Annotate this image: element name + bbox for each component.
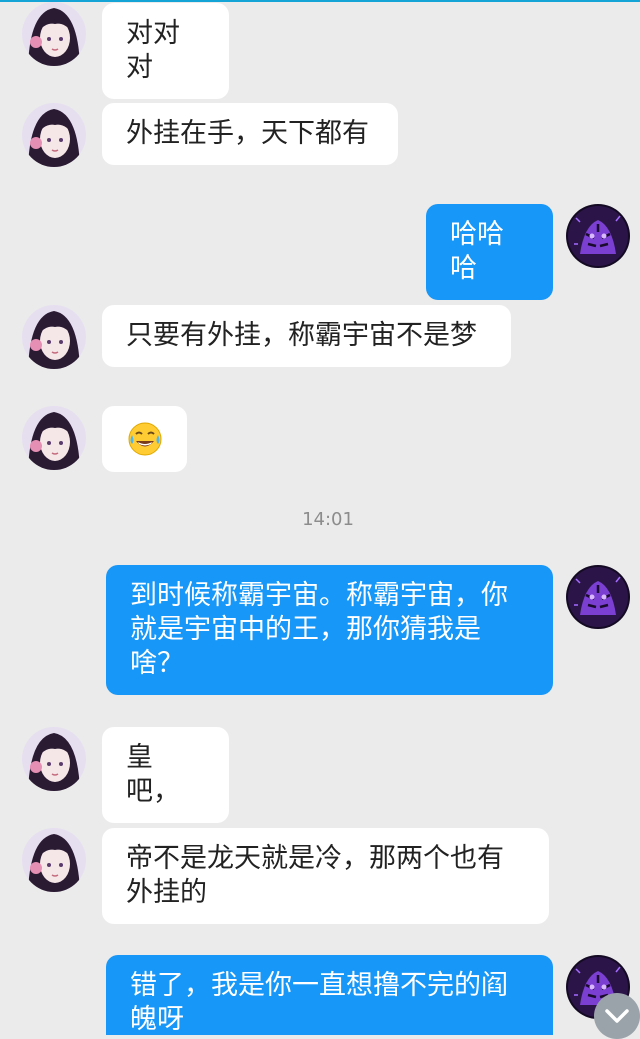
message-bubble[interactable]: 外挂在手，天下都有 — [102, 103, 398, 165]
top-accent-line — [0, 0, 640, 2]
message-bubble[interactable]: 哈哈哈 — [426, 204, 553, 300]
user-avatar[interactable] — [566, 204, 630, 268]
message-bubble[interactable]: 对对对 — [102, 3, 229, 99]
contact-avatar[interactable] — [22, 305, 86, 369]
tears-of-joy-emoji-icon — [128, 422, 162, 456]
message-bubble[interactable]: 皇吧， — [102, 727, 229, 823]
contact-avatar[interactable] — [22, 103, 86, 167]
message-bubble[interactable]: 到时候称霸宇宙。称霸宇宙，你就是宇宙中的王，那你猜我是啥？ — [106, 565, 553, 695]
contact-avatar[interactable] — [22, 2, 86, 66]
contact-avatar[interactable] — [22, 406, 86, 470]
message-bubble[interactable]: 错了，我是你一直想撸不完的阎魄呀 — [106, 955, 553, 1035]
message-timestamp: 14:01 — [302, 509, 354, 530]
scroll-to-bottom-button[interactable] — [594, 993, 640, 1039]
contact-avatar[interactable] — [22, 727, 86, 791]
message-bubble[interactable]: 帝不是龙天就是冷，那两个也有外挂的 — [102, 828, 549, 924]
message-bubble[interactable]: 只要有外挂，称霸宇宙不是梦 — [102, 305, 511, 367]
message-bubble[interactable] — [102, 406, 187, 472]
chevron-down-icon — [605, 1009, 629, 1023]
contact-avatar[interactable] — [22, 828, 86, 892]
user-avatar[interactable] — [566, 565, 630, 629]
